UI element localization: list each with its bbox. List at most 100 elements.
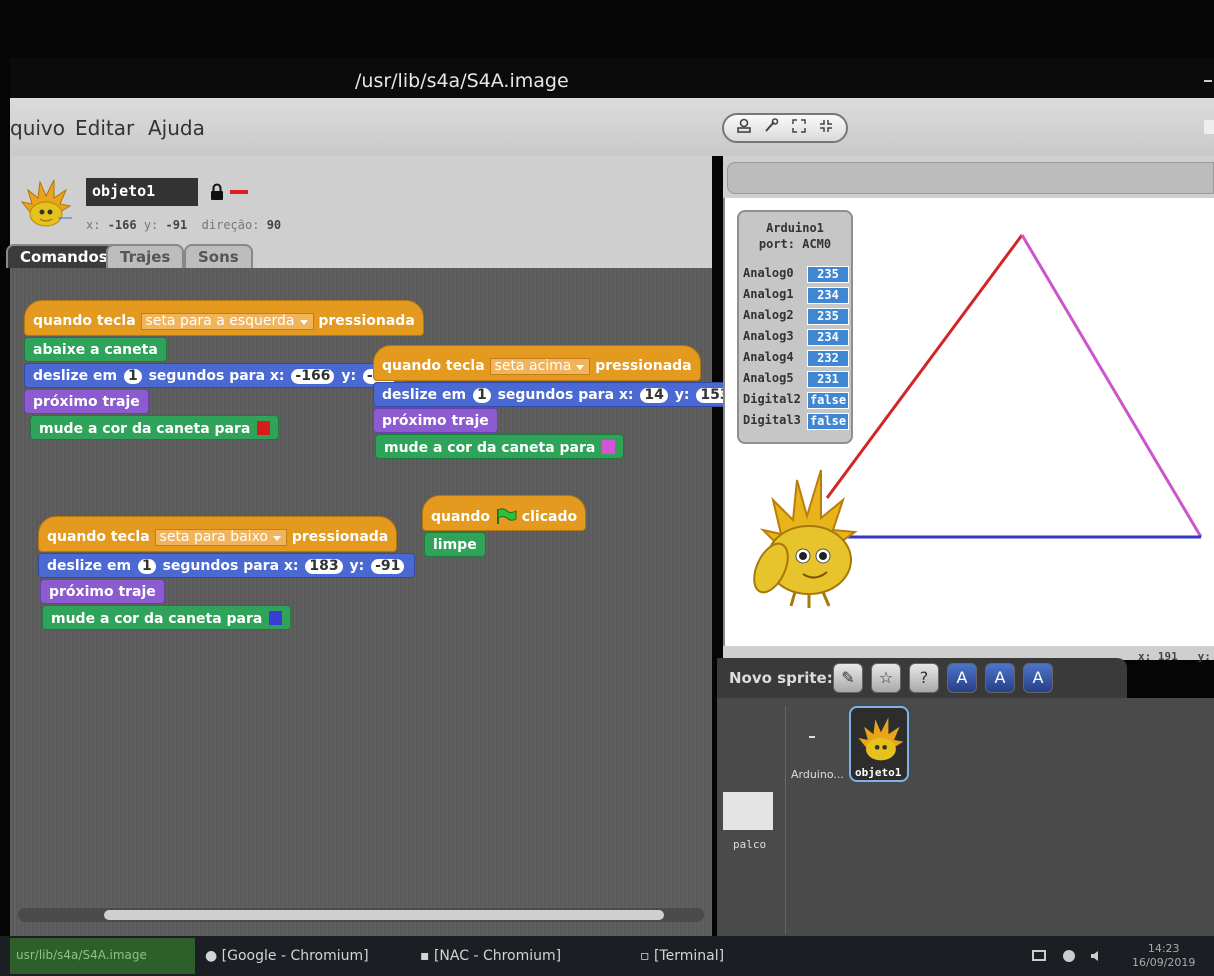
hat-block-green-flag[interactable]: quando clicado [422, 495, 587, 531]
network-icon[interactable] [1062, 949, 1076, 963]
sprite-name-field[interactable]: objeto1 [86, 178, 198, 206]
window-edge [1204, 120, 1214, 134]
arduino-sprite-label[interactable]: Arduino... [791, 768, 844, 781]
pen-down-block[interactable]: abaixe a caneta [24, 337, 167, 362]
minimize-icon[interactable] [1204, 80, 1212, 82]
hat-block-key-left[interactable]: quando tecla seta para a esquerda pressi… [24, 300, 424, 336]
stage[interactable]: Arduino1 port: ACM0 Analog0 235 Analog1 23… [723, 198, 1214, 646]
menu-arquivo[interactable]: quivo [10, 116, 65, 140]
next-costume-block[interactable]: próximo traje [40, 579, 165, 604]
stamp-icon[interactable] [732, 118, 756, 138]
direction-value: 90 [266, 218, 282, 232]
sprite-info: objeto1 x: -166 y: -91 direção: 90 [10, 156, 712, 244]
screen: /usr/lib/s4a/S4A.image quivo Editar Ajud… [0, 0, 1214, 976]
choose-sprite-icon[interactable]: ☆ [871, 663, 901, 693]
task-chromium-nac[interactable]: ▪ [NAC - Chromium] [420, 948, 561, 964]
color-swatch[interactable] [257, 421, 271, 435]
taskbar: usr/lib/s4a/S4A.image ● [Google - Chromi… [0, 936, 1214, 976]
tab-comandos[interactable]: Comandos [6, 244, 122, 268]
tab-trajes[interactable]: Trajes [106, 244, 185, 268]
arduino-sensor-board[interactable]: Arduino1 port: ACM0 Analog0 235 Analog1 23… [737, 210, 853, 444]
task-s4a[interactable]: usr/lib/s4a/S4A.image [10, 938, 195, 974]
color-swatch[interactable] [269, 611, 283, 625]
window-titlebar: /usr/lib/s4a/S4A.image [10, 58, 1214, 98]
task-terminal[interactable]: ▫ [Terminal] [640, 948, 724, 964]
task-chromium-google[interactable]: ● [Google - Chromium] [205, 948, 369, 964]
scripts-area[interactable]: quando tecla seta para a esquerda pressi… [10, 268, 745, 936]
stage-thumbnail[interactable] [723, 792, 773, 830]
load-arduino-icon[interactable]: A [1023, 663, 1053, 693]
hat-block-key-down[interactable]: quando tecla seta para baixo pressionada [38, 516, 398, 552]
screen-icon[interactable] [1032, 949, 1046, 963]
seconds-input[interactable]: 1 [472, 388, 491, 403]
clear-block[interactable]: limpe [424, 532, 486, 557]
sensor-row-analog5: Analog5 231 [743, 371, 849, 389]
stage-header [723, 156, 1214, 198]
sprite-coordinates: x: -166 y: -91 direção: 90 [86, 218, 281, 232]
hat-block-key-up[interactable]: quando tecla seta acima pressionada [373, 345, 701, 381]
block-label: deslize em [33, 368, 118, 384]
sensor-value: 232 [807, 350, 849, 367]
menu-editar[interactable]: Editar [75, 116, 134, 140]
key-dropdown[interactable]: seta para baixo [154, 529, 287, 546]
menu-ajuda[interactable]: Ajuda [148, 116, 205, 140]
block-label: pressionada [595, 358, 692, 374]
clock-time: 14:23 [1147, 942, 1180, 955]
x-input[interactable]: -166 [291, 369, 335, 384]
cut-icon[interactable] [759, 118, 783, 138]
sensor-value: 231 [807, 371, 849, 388]
block-label: quando tecla [33, 313, 136, 329]
window-title: /usr/lib/s4a/S4A.image [355, 70, 569, 92]
sprite-costume[interactable] [743, 460, 873, 610]
set-pen-color-block[interactable]: mude a cor da caneta para [375, 434, 625, 459]
sensor-label: Digital3 [743, 413, 801, 427]
glide-block[interactable]: deslize em 1 segundos para x: 14 y: 153 [373, 382, 745, 407]
next-costume-block[interactable]: próximo traje [24, 389, 149, 414]
glide-block[interactable]: deslize em 1 segundos para x: 183 y: -91 [38, 553, 416, 578]
x-value: -166 [107, 218, 137, 232]
seconds-input[interactable]: 1 [137, 559, 156, 574]
seconds-input[interactable]: 1 [123, 369, 142, 384]
scrollbar-thumb[interactable] [104, 910, 664, 920]
sensor-label: Analog5 [743, 371, 794, 385]
block-label: pressionada [291, 529, 389, 545]
block-label: mude a cor da caneta para [51, 611, 263, 627]
y-label: y: [143, 218, 159, 232]
lock-icon[interactable] [210, 183, 224, 201]
tab-bar: Comandos Trajes Sons [6, 242, 712, 268]
x-input[interactable]: 14 [640, 388, 668, 403]
set-pen-color-block[interactable]: mude a cor da caneta para [30, 415, 280, 440]
block-label: quando tecla [47, 529, 150, 545]
task-label: [Google - Chromium] [221, 948, 369, 964]
menu-bar: quivo Editar Ajuda [10, 98, 1214, 156]
set-pen-color-block[interactable]: mude a cor da caneta para [42, 605, 292, 630]
random-sprite-icon[interactable]: ? [909, 663, 939, 693]
tab-sons[interactable]: Sons [184, 244, 253, 268]
remove-arduino-icon[interactable]: A [985, 663, 1015, 693]
sprite-card-objeto1[interactable]: objeto1 [849, 706, 909, 782]
grow-icon[interactable] [787, 118, 811, 138]
block-label: quando [431, 509, 491, 525]
key-dropdown[interactable]: seta acima [489, 358, 591, 375]
x-label: x: [86, 218, 101, 232]
color-swatch[interactable] [602, 440, 616, 454]
arduino-thumbnail[interactable] [809, 736, 815, 738]
volume-icon[interactable] [1090, 949, 1104, 963]
shrink-icon[interactable] [814, 118, 838, 138]
stage-header-bar [727, 162, 1214, 194]
add-arduino-icon[interactable]: A [947, 663, 977, 693]
mouse-x-value: 191 [1157, 650, 1178, 663]
sensor-value: false [807, 413, 849, 430]
y-input[interactable]: -91 [371, 559, 405, 574]
sensor-row-digital3: Digital3 false [743, 413, 849, 431]
key-dropdown[interactable]: seta para a esquerda [140, 313, 314, 330]
clock[interactable]: 14:23 16/09/2019 [1132, 942, 1195, 970]
next-costume-block[interactable]: próximo traje [373, 408, 498, 433]
new-sprite-bar: Novo sprite: ✎ ☆ ? A A A [717, 658, 1127, 698]
glide-block[interactable]: deslize em 1 segundos para x: -166 y: -9… [24, 363, 408, 388]
x-input[interactable]: 183 [305, 559, 343, 574]
mouse-y-label: y: [1197, 650, 1211, 663]
sprite-thumbnail[interactable] [16, 172, 74, 232]
block-label: y: [674, 387, 690, 403]
paint-sprite-icon[interactable]: ✎ [833, 663, 863, 693]
